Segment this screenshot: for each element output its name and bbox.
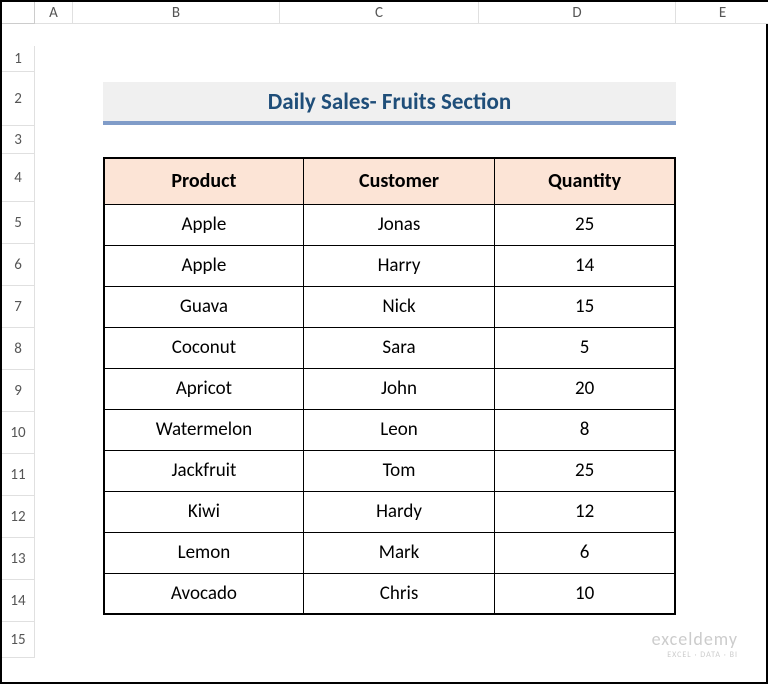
cell-product[interactable]: Kiwi <box>104 491 303 532</box>
cell-quantity[interactable]: 25 <box>495 204 675 245</box>
cell-quantity[interactable]: 20 <box>495 368 675 409</box>
cell-quantity[interactable]: 5 <box>495 327 675 368</box>
cell-customer[interactable]: Jonas <box>303 204 494 245</box>
row-header-8[interactable]: 8 <box>2 328 35 370</box>
row-header-6[interactable]: 6 <box>2 244 35 286</box>
cell-product[interactable]: Lemon <box>104 532 303 573</box>
cell-product[interactable]: Guava <box>104 286 303 327</box>
cell-customer[interactable]: John <box>303 368 494 409</box>
cell-quantity[interactable]: 10 <box>495 573 675 614</box>
cell-quantity[interactable]: 8 <box>495 409 675 450</box>
cell-quantity[interactable]: 15 <box>495 286 675 327</box>
header-product[interactable]: Product <box>104 158 303 204</box>
row-header-13[interactable]: 13 <box>2 538 35 580</box>
table-row: LemonMark6 <box>104 532 675 573</box>
cell-customer[interactable]: Chris <box>303 573 494 614</box>
cell-product[interactable]: Apple <box>104 204 303 245</box>
column-headers-row: A B C D E <box>2 2 766 46</box>
cell-product[interactable]: Apple <box>104 245 303 286</box>
col-header-d[interactable]: D <box>479 2 676 24</box>
cell-customer[interactable]: Harry <box>303 245 494 286</box>
table-row: WatermelonLeon8 <box>104 409 675 450</box>
row-header-5[interactable]: 5 <box>2 202 35 244</box>
col-header-c[interactable]: C <box>280 2 479 24</box>
sales-table: Product Customer Quantity AppleJonas25 A… <box>103 157 676 615</box>
cell-quantity[interactable]: 12 <box>495 491 675 532</box>
table-row: GuavaNick15 <box>104 286 675 327</box>
title-cell[interactable]: Daily Sales- Fruits Section <box>103 82 676 125</box>
cell-customer[interactable]: Mark <box>303 532 494 573</box>
select-all-corner[interactable] <box>2 2 35 24</box>
table-row: JackfruitTom25 <box>104 450 675 491</box>
cell-product[interactable]: Apricot <box>104 368 303 409</box>
cell-customer[interactable]: Tom <box>303 450 494 491</box>
table-header-row: Product Customer Quantity <box>104 158 675 204</box>
row-header-15[interactable]: 15 <box>2 622 35 658</box>
watermark: exceldemy EXCEL · DATA · BI <box>652 628 738 660</box>
cell-customer[interactable]: Nick <box>303 286 494 327</box>
row-header-7[interactable]: 7 <box>2 286 35 328</box>
table-row: CoconutSara5 <box>104 327 675 368</box>
cell-quantity[interactable]: 25 <box>495 450 675 491</box>
cell-product[interactable]: Coconut <box>104 327 303 368</box>
row-header-4[interactable]: 4 <box>2 154 35 202</box>
row-headers: 1 2 3 4 5 6 7 8 9 10 11 12 13 14 15 <box>2 46 35 658</box>
cell-quantity[interactable]: 14 <box>495 245 675 286</box>
col-header-a[interactable]: A <box>35 2 73 24</box>
sheet-content[interactable]: Daily Sales- Fruits Section Product Cust… <box>35 46 768 658</box>
row-header-3[interactable]: 3 <box>2 126 35 154</box>
header-customer[interactable]: Customer <box>303 158 494 204</box>
col-header-e[interactable]: E <box>676 2 768 24</box>
table-row: AppleJonas25 <box>104 204 675 245</box>
row-header-9[interactable]: 9 <box>2 370 35 412</box>
row-header-14[interactable]: 14 <box>2 580 35 622</box>
row-header-12[interactable]: 12 <box>2 496 35 538</box>
cell-product[interactable]: Watermelon <box>104 409 303 450</box>
watermark-sub: EXCEL · DATA · BI <box>652 650 738 660</box>
watermark-main: exceldemy <box>652 628 738 650</box>
sheet-title: Daily Sales- Fruits Section <box>268 88 511 116</box>
cell-product[interactable]: Avocado <box>104 573 303 614</box>
cell-quantity[interactable]: 6 <box>495 532 675 573</box>
cell-customer[interactable]: Leon <box>303 409 494 450</box>
row-header-2[interactable]: 2 <box>2 72 35 126</box>
table-row: ApricotJohn20 <box>104 368 675 409</box>
row-header-1[interactable]: 1 <box>2 46 35 72</box>
cell-product[interactable]: Jackfruit <box>104 450 303 491</box>
table-row: AppleHarry14 <box>104 245 675 286</box>
row-header-11[interactable]: 11 <box>2 454 35 496</box>
table-row: AvocadoChris10 <box>104 573 675 614</box>
table-row: KiwiHardy12 <box>104 491 675 532</box>
col-header-b[interactable]: B <box>73 2 280 24</box>
cell-customer[interactable]: Hardy <box>303 491 494 532</box>
header-quantity[interactable]: Quantity <box>495 158 675 204</box>
row-header-10[interactable]: 10 <box>2 412 35 454</box>
table-body: AppleJonas25 AppleHarry14 GuavaNick15 Co… <box>104 204 675 614</box>
cell-customer[interactable]: Sara <box>303 327 494 368</box>
